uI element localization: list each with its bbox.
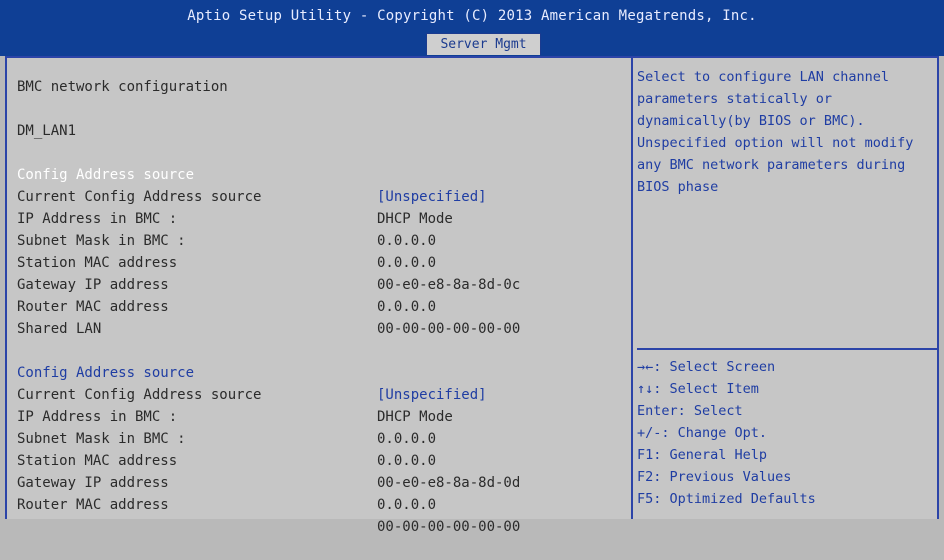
help-text: Select to configure LAN channel paramete… [637,69,922,195]
key-hint-select-screen: →←: Select Screen [637,359,776,375]
setting-value: 00-00-00-00-00-00 [377,321,521,337]
setting-value: 0.0.0.0 [377,497,437,513]
help-panel: Select to configure LAN channel paramete… [637,58,937,519]
gateway-ip-shared: Gateway IP address 0.0.0.0 [17,450,627,513]
key-hint-previous-values: F2: Previous Values [637,469,792,485]
group-title-dm-lan1: DM_LAN1 [17,123,77,139]
station-mac-shared: Station MAC address 00-e0-e8-8a-8d-0d [17,428,627,491]
setting-value: 00-00-00-00-00-00 [377,519,521,535]
header-bar: Aptio Setup Utility - Copyright (C) 2013… [0,0,944,56]
config-address-source-shared[interactable]: Config Address source [Unspecified] [17,340,627,403]
key-hint-general-help: F1: General Help [637,447,768,463]
app-title: Aptio Setup Utility - Copyright (C) 2013… [187,8,757,24]
group-title-shared-lan: Shared LAN [17,321,102,337]
settings-panel: BMC network configuration DM_LAN1 Config… [17,76,627,535]
station-mac-lan1: Station MAC address 00-e0-e8-8a-8d-0c [17,230,627,293]
panel-divider [631,58,633,519]
subnet-mask-shared: Subnet Mask in BMC : 0.0.0.0 [17,406,627,469]
current-config-address-source-lan1: Current Config Address source DHCP Mode [17,164,627,227]
setting-value: 0.0.0.0 [377,299,437,315]
key-hint-change-opt: +/-: Change Opt. [637,425,768,441]
config-address-source-lan1[interactable]: Config Address source [Unspecified] [17,142,627,205]
setting-label: Router MAC address [17,497,169,513]
router-mac-shared: Router MAC address 00-00-00-00-00-00 [17,472,627,535]
main-frame: BMC network configuration DM_LAN1 Config… [5,56,939,535]
subnet-mask-lan1: Subnet Mask in BMC : 0.0.0.0 [17,208,627,271]
setting-label: Router MAC address [17,299,169,315]
help-divider [637,348,937,350]
ip-address-shared: IP Address in BMC : 0.0.0.0 [17,384,627,447]
router-mac-lan1: Router MAC address 00-00-00-00-00-00 [17,274,627,337]
ip-address-lan1: IP Address in BMC : 0.0.0.0 [17,186,627,249]
key-hint-select-item: ↑↓: Select Item [637,381,759,397]
current-config-address-source-shared: Current Config Address source DHCP Mode [17,362,627,425]
tab-server-mgmt[interactable]: Server Mgmt [426,33,541,55]
key-hint-enter: Enter: Select [637,403,743,419]
gateway-ip-lan1: Gateway IP address 0.0.0.0 [17,252,627,315]
section-title: BMC network configuration [17,79,228,95]
key-hint-optimized-defaults: F5: Optimized Defaults [637,491,816,507]
key-legend: →←: Select Screen ↑↓: Select Item Enter:… [637,356,937,510]
